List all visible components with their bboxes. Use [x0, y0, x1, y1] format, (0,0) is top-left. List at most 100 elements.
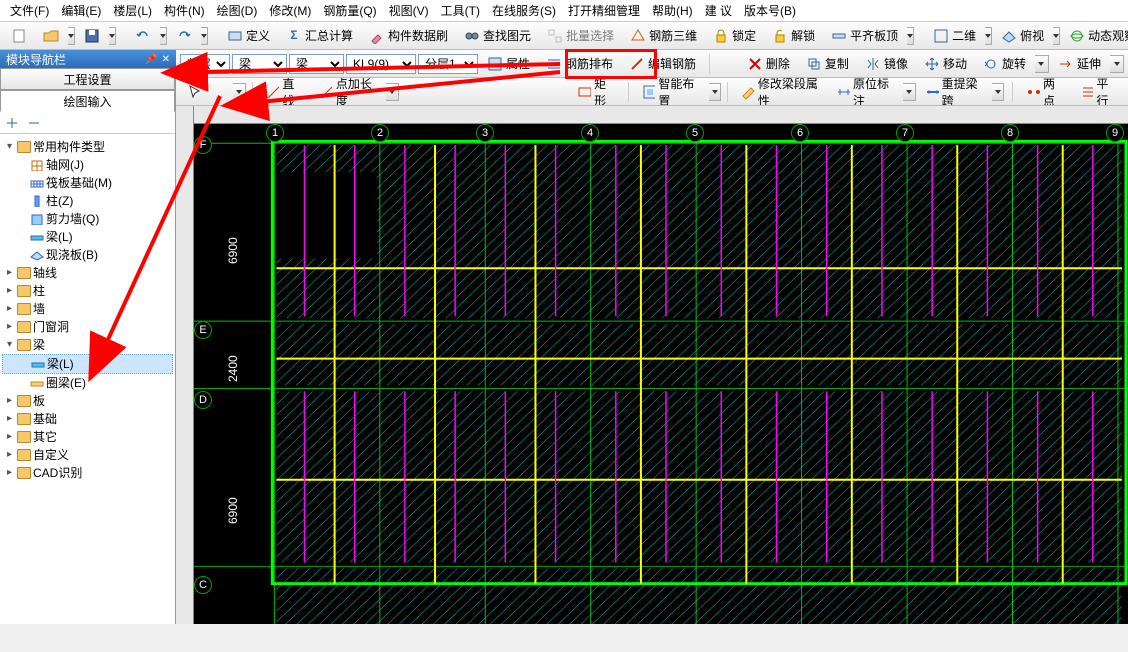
define-button[interactable]: 定义 — [220, 24, 277, 47]
tree-leaf-slab-b[interactable]: 现浇板(B) — [2, 246, 173, 264]
ptlen-dropdown[interactable] — [386, 83, 398, 101]
save-button[interactable] — [77, 25, 107, 47]
tab-draw-input[interactable]: 绘图输入 — [0, 90, 175, 112]
tree-leaf-raft-m[interactable]: 筏板基础(M) — [2, 174, 173, 192]
tree-leaf-beam-l[interactable]: 梁(L) — [2, 228, 173, 246]
tree-folder-axis[interactable]: ▸轴线 — [2, 264, 173, 282]
tree-folder-slab[interactable]: ▸板 — [2, 392, 173, 410]
split-combo[interactable]: 分层1 — [418, 54, 478, 74]
mirror-label: 镜像 — [884, 55, 908, 72]
brush-button[interactable]: 构件数据刷 — [362, 24, 455, 47]
tree-leaf-ringbeam[interactable]: 圈梁(E) — [2, 374, 173, 392]
rect-button[interactable]: 矩形 — [570, 78, 621, 106]
new-button[interactable] — [4, 25, 34, 47]
tree-folder-other[interactable]: ▸其它 — [2, 428, 173, 446]
inplace-button[interactable]: 原位标注 — [829, 78, 901, 106]
menu-version[interactable]: 版本号(B) — [738, 0, 802, 21]
component-combo[interactable]: KL9(9) — [346, 54, 416, 74]
menu-help[interactable]: 帮助(H) — [646, 0, 699, 21]
undo-button[interactable] — [128, 25, 158, 47]
redo-dropdown[interactable] — [201, 27, 208, 45]
edit-rebar-button[interactable]: 编辑钢筋 — [622, 52, 703, 75]
flatslab-dropdown[interactable] — [907, 27, 914, 45]
menu-suggest[interactable]: 建 议 — [699, 0, 738, 21]
smart-button[interactable]: 智能布置 — [635, 78, 707, 106]
rotate-dropdown[interactable] — [1035, 55, 1049, 73]
menu-fine[interactable]: 打开精细管理 — [562, 0, 646, 21]
resetspan-button[interactable]: 重提梁跨 — [918, 78, 990, 106]
panel-pin-icon[interactable]: 📌 — [145, 54, 157, 65]
menu-rebar[interactable]: 钢筋量(Q) — [317, 0, 382, 21]
smart-dropdown[interactable] — [709, 83, 721, 101]
open-dropdown[interactable] — [68, 27, 75, 45]
tree-folder-foundation[interactable]: ▸基础 — [2, 410, 173, 428]
menu-modify[interactable]: 修改(M) — [263, 0, 317, 21]
parallel-button[interactable]: 平行 — [1073, 78, 1124, 106]
delete-button[interactable]: 删除 — [740, 52, 797, 75]
menu-file[interactable]: 文件(F) — [4, 0, 55, 21]
select-dropdown[interactable] — [233, 83, 245, 101]
extend-button[interactable]: 延伸 — [1051, 52, 1108, 75]
copy-button[interactable]: 复制 — [799, 52, 856, 75]
redo-button[interactable] — [169, 25, 199, 47]
save-dropdown[interactable] — [109, 27, 116, 45]
folder-icon — [17, 303, 31, 315]
category1-combo[interactable]: 梁 — [232, 54, 287, 74]
line-button[interactable]: 直线 — [259, 78, 310, 106]
attr-label: 属性 — [506, 55, 530, 72]
tree-leaf-col-z[interactable]: 柱(Z) — [2, 192, 173, 210]
inplace-dropdown[interactable] — [903, 83, 915, 101]
open-button[interactable] — [36, 25, 66, 47]
tree-leaf-wall-q[interactable]: 剪力墙(Q) — [2, 210, 173, 228]
select-button[interactable]: 选择 — [180, 78, 231, 106]
delete-label: 删除 — [766, 55, 790, 72]
attr-button[interactable]: 属性 — [480, 52, 537, 75]
sum-button[interactable]: Σ汇总计算 — [279, 24, 360, 47]
ptlen-button[interactable]: 点加长度 — [312, 78, 384, 106]
resetspan-dropdown[interactable] — [992, 83, 1004, 101]
batchsel-button[interactable]: 批量选择 — [540, 24, 621, 47]
tree-leaf-axis-j[interactable]: 轴网(J) — [2, 156, 173, 174]
drawing-canvas[interactable]: 1 2 3 4 5 6 7 8 9 F E D C 6900 2400 6900 — [194, 124, 1128, 624]
tree-collapse-icon[interactable] — [26, 115, 42, 131]
tab-project-settings[interactable]: 工程设置 — [0, 68, 175, 90]
twopoint-button[interactable]: 两点 — [1019, 78, 1070, 106]
tree-folder-wall[interactable]: ▸墙 — [2, 300, 173, 318]
tree-folder-opening[interactable]: ▸门窗洞 — [2, 318, 173, 336]
ortho-dropdown[interactable] — [1053, 27, 1060, 45]
tree-expand-icon[interactable] — [4, 115, 20, 131]
rebar-layout-button[interactable]: 钢筋排布 — [539, 52, 620, 75]
flatslab-button[interactable]: 平齐板顶 — [824, 24, 905, 47]
line-label: 直线 — [282, 78, 303, 106]
tree-leaf-beam-item[interactable]: 梁(L) — [2, 354, 173, 374]
menu-view[interactable]: 视图(V) — [383, 0, 435, 21]
move-button[interactable]: 移动 — [917, 52, 974, 75]
modseg-button[interactable]: 修改梁段属性 — [734, 78, 827, 106]
floor-combo[interactable]: 首层 — [180, 54, 230, 74]
lock-button[interactable]: 锁定 — [706, 24, 763, 47]
panel-close-icon[interactable]: ✕ — [162, 54, 170, 65]
view2d-dropdown[interactable] — [985, 27, 992, 45]
rotate-button[interactable]: 旋转 — [976, 52, 1033, 75]
dynview-button[interactable]: 动态观察 — [1062, 24, 1128, 47]
tree-folder-beam[interactable]: ▾梁 — [2, 336, 173, 354]
tree-folder-custom[interactable]: ▸自定义 — [2, 446, 173, 464]
menu-floor[interactable]: 楼层(L) — [107, 0, 158, 21]
tree-folder-cad[interactable]: ▸CAD识别 — [2, 464, 173, 482]
menu-edit[interactable]: 编辑(E) — [55, 0, 107, 21]
rebar3d-button[interactable]: 钢筋三维 — [623, 24, 704, 47]
undo-dropdown[interactable] — [160, 27, 167, 45]
category2-combo[interactable]: 梁 — [289, 54, 344, 74]
tree-folder-common[interactable]: ▾常用构件类型 — [2, 138, 173, 156]
menu-component[interactable]: 构件(N) — [158, 0, 211, 21]
ortho-button[interactable]: 俯视 — [994, 24, 1051, 47]
menu-draw[interactable]: 绘图(D) — [211, 0, 264, 21]
tree-folder-col[interactable]: ▸柱 — [2, 282, 173, 300]
view2d-button[interactable]: 二维 — [926, 24, 983, 47]
unlock-button[interactable]: 解锁 — [765, 24, 822, 47]
menu-tools[interactable]: 工具(T) — [435, 0, 486, 21]
extend-dropdown[interactable] — [1110, 55, 1124, 73]
menu-online[interactable]: 在线服务(S) — [486, 0, 562, 21]
mirror-button[interactable]: 镜像 — [858, 52, 915, 75]
find-button[interactable]: 查找图元 — [457, 24, 538, 47]
